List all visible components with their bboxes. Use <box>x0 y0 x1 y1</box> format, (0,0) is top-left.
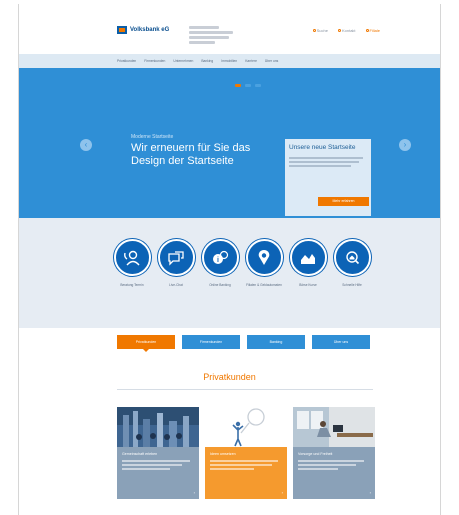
service-help[interactable]: Schnelle Hilfe <box>330 239 374 287</box>
service-label: Beratung Termin <box>120 283 144 287</box>
info-bubble-icon: i <box>201 239 239 276</box>
slider-prev-button[interactable]: ‹ <box>80 139 92 151</box>
chevron-left-icon: ‹ <box>84 140 88 149</box>
header-contact-info <box>189 26 249 46</box>
nav-item-realestate[interactable]: Immobilien <box>221 59 237 63</box>
section-title: Privatkunden <box>203 372 256 382</box>
nav-item-banking[interactable]: Banking <box>201 59 213 63</box>
slider-dots <box>235 84 261 87</box>
hero-teaser-box: Unsere neue Startseite Mehr erfahren <box>285 139 371 216</box>
header-link-branch[interactable]: Filiale <box>365 28 380 33</box>
tab-about[interactable]: Über uns <box>312 335 370 349</box>
location-pin-icon <box>245 239 283 276</box>
nav-item-about[interactable]: Über uns <box>265 59 278 63</box>
magnify-house-icon <box>333 239 371 276</box>
logo-icon <box>117 26 127 34</box>
header-link-search[interactable]: Suche <box>312 28 328 33</box>
header-link-contact[interactable]: Kontakt <box>337 28 356 33</box>
tab-business[interactable]: Firmenkunden <box>182 335 240 349</box>
teaser-title: Unsere neue Startseite <box>289 144 356 151</box>
search-icon <box>312 29 316 33</box>
service-branches[interactable]: Filialen & Geldautomaten <box>242 239 286 287</box>
service-label: Börse Kurse <box>299 283 317 287</box>
card-body: Gemeinschaft erleben › <box>117 447 199 499</box>
tab-banking[interactable]: Banking <box>247 335 305 349</box>
nav-item-company[interactable]: Unternehmen <box>173 59 193 63</box>
slider-dot[interactable] <box>235 84 241 87</box>
card-heading: Vorsorge und Freiheit <box>298 452 333 456</box>
quick-services: Beratung Termin Live-Chat i Online Banki… <box>19 218 440 328</box>
chart-icon <box>289 239 327 276</box>
hero-slider: ‹ › Moderne Startseite Wir erneuern für … <box>19 68 440 218</box>
arrow-right-icon: › <box>281 490 283 495</box>
service-chat[interactable]: Live-Chat <box>154 239 198 287</box>
audience-tabs: Privatkunden Firmenkunden Banking Über u… <box>117 335 370 352</box>
logo-text: Volksbank eG <box>130 27 170 33</box>
branch-icon <box>365 29 369 33</box>
nav-item-private[interactable]: Privatkunden <box>117 59 136 63</box>
tab-private[interactable]: Privatkunden <box>117 335 175 352</box>
card-image-relax <box>293 407 375 447</box>
service-label: Filialen & Geldautomaten <box>246 283 282 287</box>
hero-title: Wir erneuern für Sie das Design der Star… <box>131 142 251 167</box>
arrow-right-icon: › <box>193 490 195 495</box>
chevron-right-icon: › <box>403 140 407 149</box>
slider-dot[interactable] <box>255 84 261 87</box>
nav-item-business[interactable]: Firmenkunden <box>144 59 165 63</box>
card-image-ideas <box>205 407 287 447</box>
content-card-retirement[interactable]: Vorsorge und Freiheit › <box>293 407 375 499</box>
main-navigation: Privatkunden Firmenkunden Unternehmen Ba… <box>19 54 440 68</box>
nav-item-career[interactable]: Karriere <box>245 59 257 63</box>
card-body: Vorsorge und Freiheit › <box>293 447 375 499</box>
teaser-more-button[interactable]: Mehr erfahren <box>318 197 369 206</box>
card-image-city <box>117 407 199 447</box>
site-header: Volksbank eG Suche Kontakt Filiale <box>19 4 440 54</box>
service-label: Online Banking <box>209 283 231 287</box>
section-divider <box>117 389 373 390</box>
phone-person-icon <box>113 239 151 276</box>
service-label: Schnelle Hilfe <box>342 283 362 287</box>
service-online-banking[interactable]: i Online Banking <box>198 239 242 287</box>
header-links: Suche Kontakt Filiale <box>312 28 380 33</box>
bank-logo[interactable]: Volksbank eG <box>117 26 169 34</box>
svg-text:i: i <box>217 257 219 264</box>
hero-kicker: Moderne Startseite <box>131 134 174 140</box>
service-appointment[interactable]: Beratung Termin <box>110 239 154 287</box>
contact-icon <box>337 29 341 33</box>
content-card-community[interactable]: Gemeinschaft erleben › <box>117 407 199 499</box>
teaser-text <box>289 157 367 167</box>
slider-dot[interactable] <box>245 84 251 87</box>
content-card-ideas[interactable]: Ideen umsetzen › <box>205 407 287 499</box>
slider-next-button[interactable]: › <box>399 139 411 151</box>
card-body: Ideen umsetzen › <box>205 447 287 499</box>
service-label: Live-Chat <box>169 283 183 287</box>
chat-bubble-icon <box>157 239 195 276</box>
page-frame: Volksbank eG Suche Kontakt Filiale Priva… <box>18 4 441 515</box>
service-stocks[interactable]: Börse Kurse <box>286 239 330 287</box>
card-heading: Ideen umsetzen <box>210 452 236 456</box>
arrow-right-icon: › <box>369 490 371 495</box>
card-heading: Gemeinschaft erleben <box>122 452 158 456</box>
